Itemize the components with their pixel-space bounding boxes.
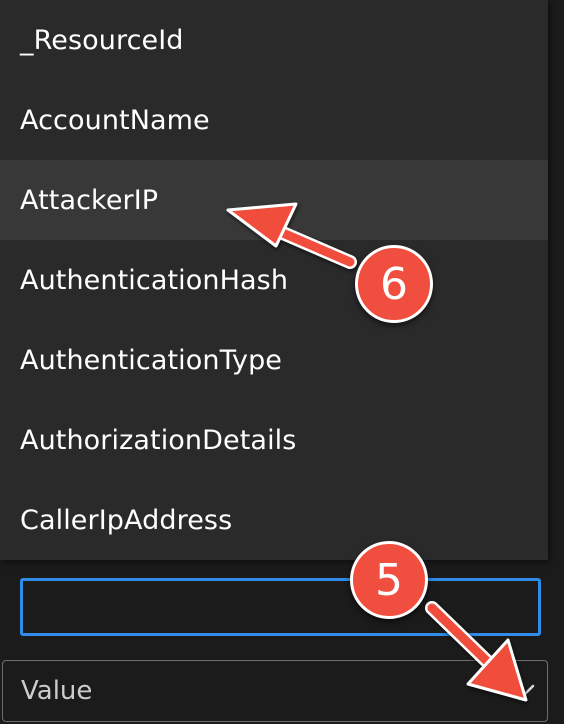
list-item-accountname[interactable]: AccountName bbox=[0, 80, 548, 160]
chevron-down-icon[interactable] bbox=[503, 675, 537, 709]
list-item-authenticationtype[interactable]: AuthenticationType bbox=[0, 320, 548, 400]
list-item-label: AuthorizationDetails bbox=[20, 424, 297, 456]
search-input[interactable] bbox=[20, 578, 541, 636]
list-item-resourceid[interactable]: _ResourceId bbox=[0, 0, 548, 80]
list-item-label: _ResourceId bbox=[20, 24, 184, 56]
column-dropdown-list: _ResourceId AccountName AttackerIP Authe… bbox=[0, 0, 548, 560]
page: › · · · _ResourceId AccountName Attacker… bbox=[0, 0, 564, 724]
step-badge-6: 6 bbox=[355, 245, 433, 323]
list-item-label: AuthenticationType bbox=[20, 344, 283, 376]
value-dropdown[interactable]: Value bbox=[2, 660, 548, 722]
step-badge-5: 5 bbox=[350, 541, 428, 619]
list-item-label: CallerIpAddress bbox=[20, 504, 233, 536]
list-item-calleripaddress[interactable]: CallerIpAddress bbox=[0, 480, 548, 560]
background-app-edge: › · · · bbox=[548, 0, 564, 724]
list-item-label: AccountName bbox=[20, 104, 210, 136]
list-item-authenticationhash[interactable]: AuthenticationHash bbox=[0, 240, 548, 320]
value-dropdown-label: Value bbox=[21, 676, 93, 706]
list-item-authorizationdetails[interactable]: AuthorizationDetails bbox=[0, 400, 548, 480]
list-item-attackerip[interactable]: AttackerIP bbox=[0, 160, 548, 240]
list-item-label: AttackerIP bbox=[20, 184, 159, 216]
list-item-label: AuthenticationHash bbox=[20, 264, 289, 296]
